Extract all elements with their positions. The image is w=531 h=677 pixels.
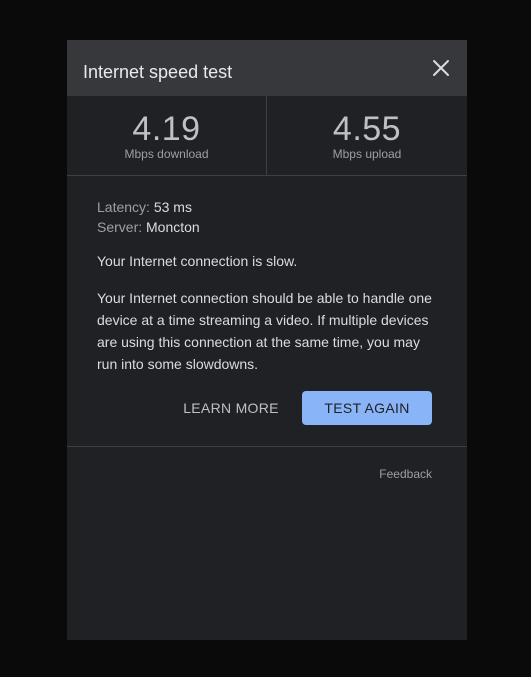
- learn-more-button[interactable]: LEARN MORE: [173, 391, 289, 425]
- download-label: Mbps download: [124, 147, 209, 161]
- speed-stats: 4.19 Mbps download 4.55 Mbps upload: [67, 96, 467, 176]
- latency-key: Latency:: [97, 199, 150, 215]
- latency-value: 53 ms: [153, 199, 192, 215]
- download-value: 4.19: [132, 110, 201, 148]
- close-button[interactable]: [429, 56, 453, 80]
- result-body: Latency: 53 ms Server: Moncton Your Inte…: [97, 197, 442, 372]
- upload-stat: 4.55 Mbps upload: [267, 96, 467, 175]
- connection-status: Your Internet connection is slow.: [97, 253, 298, 269]
- upload-value: 4.55: [332, 110, 402, 148]
- test-again-button[interactable]: TEST AGAIN: [302, 391, 432, 425]
- connection-description: Your Internet connection should be able …: [97, 290, 432, 372]
- dialog-title: Internet speed test: [83, 62, 233, 82]
- feedback-link[interactable]: Feedback: [379, 467, 432, 481]
- download-stat: 4.19 Mbps download: [67, 96, 267, 175]
- server-value: Moncton: [146, 219, 200, 235]
- server-line: Server: Moncton: [97, 217, 442, 237]
- upload-label: Mbps upload: [332, 147, 402, 161]
- latency-line: Latency: 53 ms: [97, 197, 442, 217]
- server-key: Server:: [97, 219, 143, 235]
- footer-divider: [67, 446, 467, 447]
- dialog-header: Internet speed test: [67, 40, 467, 96]
- speed-test-dialog: Internet speed test 4.19 Mbps download 4…: [67, 40, 467, 640]
- close-icon: [433, 60, 449, 76]
